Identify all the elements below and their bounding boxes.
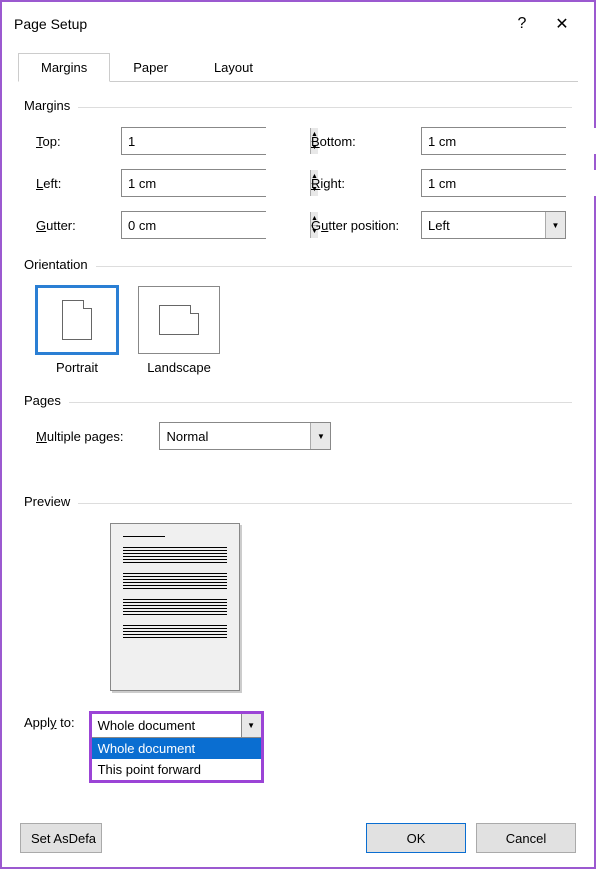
ok-button[interactable]: OK <box>366 823 466 853</box>
content: Margins Top: ▲▼ Bottom: ▲▼ Left: ▲▼ Righ… <box>2 82 594 793</box>
gutter-pos-value: Left <box>422 218 545 233</box>
bottom-buttons: Set As Defa OK Cancel <box>20 823 576 853</box>
apply-option-whole-document[interactable]: Whole document <box>92 738 261 759</box>
window-title: Page Setup <box>14 16 502 32</box>
landscape-page-icon <box>159 305 199 335</box>
label-gutter: Gutter: <box>36 218 121 233</box>
tabs: Margins Paper Layout <box>18 52 578 82</box>
left-spinner[interactable]: ▲▼ <box>121 169 266 197</box>
chevron-down-icon[interactable]: ▼ <box>310 423 330 449</box>
landscape-box[interactable] <box>138 286 220 354</box>
pages-row: Multiple pages: Normal ▼ <box>36 422 572 450</box>
bottom-spinner[interactable]: ▲▼ <box>421 127 566 155</box>
apply-row: Apply to: Whole document ▼ Whole documen… <box>24 711 572 783</box>
portrait-box[interactable] <box>36 286 118 354</box>
multiple-pages-value: Normal <box>160 429 310 444</box>
multiple-pages-dropdown[interactable]: Normal ▼ <box>159 422 331 450</box>
help-button[interactable]: ? <box>502 10 542 38</box>
label-left: Left: <box>36 176 121 191</box>
orientation-heading: Orientation <box>24 257 88 272</box>
rule <box>78 503 572 504</box>
top-input[interactable] <box>122 128 310 154</box>
orientation-portrait[interactable]: Portrait <box>36 286 118 375</box>
gutter-input[interactable] <box>122 212 310 238</box>
portrait-label: Portrait <box>36 360 118 375</box>
preview-thumbnail <box>110 523 240 691</box>
landscape-label: Landscape <box>138 360 220 375</box>
apply-options-list: Whole document This point forward <box>92 738 261 780</box>
rule <box>78 107 572 108</box>
margins-heading: Margins <box>24 98 70 113</box>
tab-margins[interactable]: Margins <box>18 53 110 82</box>
preview-heading: Preview <box>24 494 70 509</box>
apply-option-this-point-forward[interactable]: This point forward <box>92 759 261 780</box>
margins-grid: Top: ▲▼ Bottom: ▲▼ Left: ▲▼ Right: ▲▼ Gu… <box>36 127 572 239</box>
label-multiple-pages: Multiple pages: <box>36 429 123 444</box>
tab-layout[interactable]: Layout <box>191 53 276 82</box>
label-bottom: Bottom: <box>311 134 421 149</box>
chevron-down-icon[interactable]: ▼ <box>545 212 565 238</box>
close-button[interactable]: ✕ <box>542 10 582 38</box>
label-top: Top: <box>36 134 121 149</box>
pages-heading: Pages <box>24 393 61 408</box>
gutter-spinner[interactable]: ▲▼ <box>121 211 266 239</box>
apply-selected[interactable]: Whole document ▼ <box>92 714 261 738</box>
orientation-row: Portrait Landscape <box>36 286 572 375</box>
bottom-input[interactable] <box>422 128 596 154</box>
rule <box>96 266 572 267</box>
right-input[interactable] <box>422 170 596 196</box>
right-spinner[interactable]: ▲▼ <box>421 169 566 197</box>
chevron-down-icon[interactable]: ▼ <box>241 714 261 737</box>
label-apply-to: Apply to: <box>24 711 75 730</box>
portrait-page-icon <box>62 300 92 340</box>
tab-paper[interactable]: Paper <box>110 53 191 82</box>
apply-to-dropdown[interactable]: Whole document ▼ Whole document This poi… <box>89 711 264 783</box>
left-input[interactable] <box>122 170 310 196</box>
set-as-default-button[interactable]: Set As Defa <box>20 823 102 853</box>
orientation-landscape[interactable]: Landscape <box>138 286 220 375</box>
titlebar: Page Setup ? ✕ <box>2 2 594 44</box>
top-spinner[interactable]: ▲▼ <box>121 127 266 155</box>
cancel-button[interactable]: Cancel <box>476 823 576 853</box>
close-icon: ✕ <box>555 14 568 34</box>
apply-selected-value: Whole document <box>92 718 241 733</box>
gutter-pos-dropdown[interactable]: Left ▼ <box>421 211 566 239</box>
rule <box>69 402 572 403</box>
label-right: Right: <box>311 176 421 191</box>
label-gutter-pos: Gutter position: <box>311 218 421 233</box>
